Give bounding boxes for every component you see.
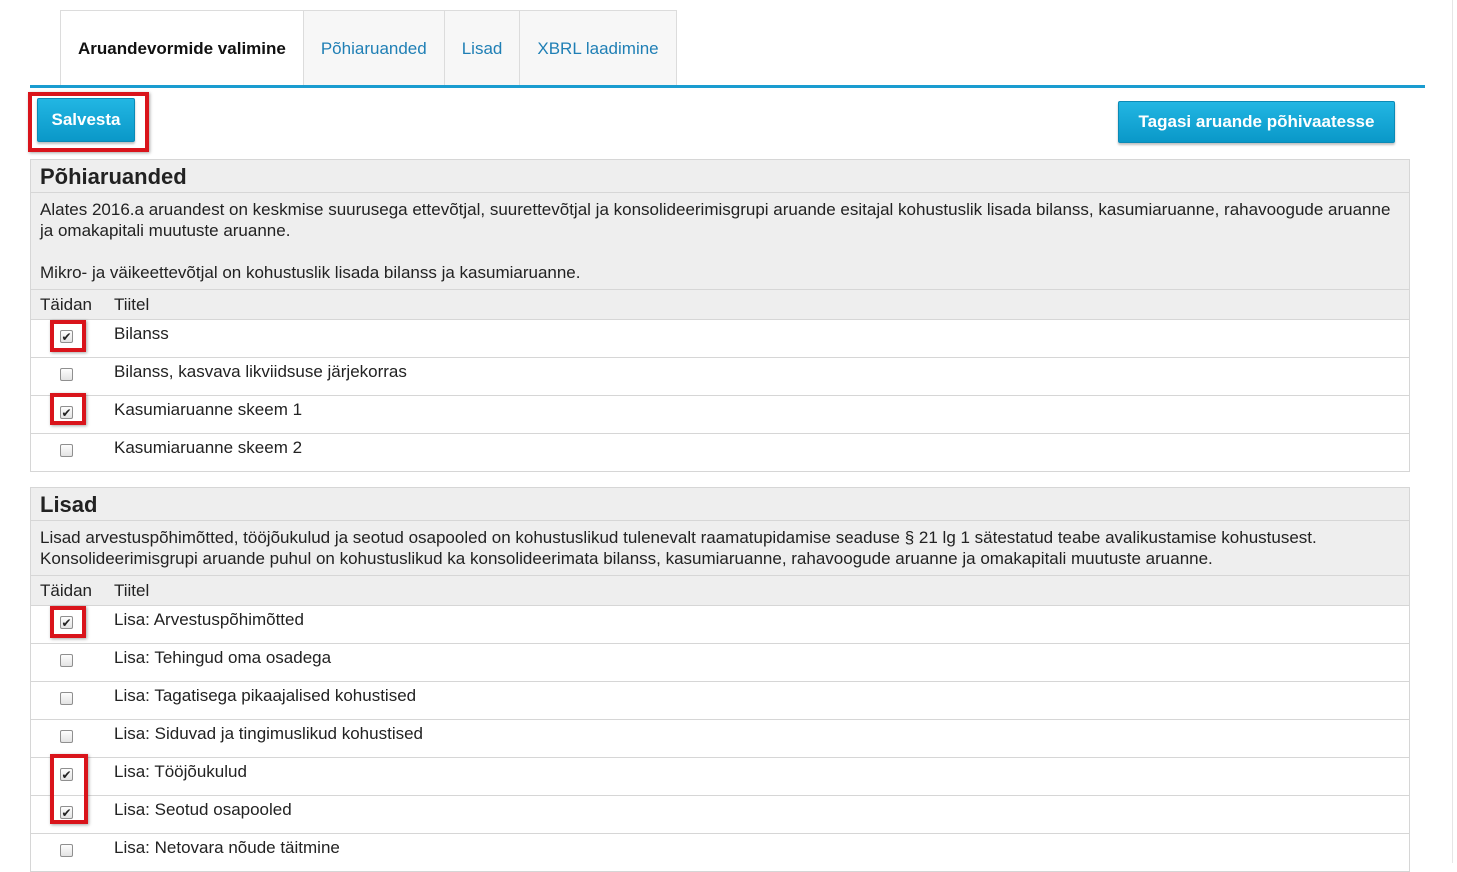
table-row: ✔ Lisa: Arvestuspõhimõtted	[31, 606, 1409, 644]
tab-annexes[interactable]: Lisad	[444, 10, 521, 86]
row-title: Kasumiaruanne skeem 2	[114, 438, 303, 457]
annex-list: ✔ Lisa: Arvestuspõhimõtted Lisa: Tehingud …	[31, 606, 1409, 871]
table-row: Bilanss, kasvava likviidsuse järjekorras	[31, 358, 1409, 396]
column-fill: Täidan	[40, 580, 92, 600]
row-title: Bilanss	[114, 324, 169, 343]
checkbox-cell	[31, 358, 114, 395]
checkbox-cell	[31, 682, 114, 719]
row-title: Lisa: Tööjõukulud	[114, 762, 247, 781]
highlight-checkbox	[50, 393, 86, 425]
page-border	[1452, 0, 1453, 863]
table-row: ✔ Lisa: Tööjõukulud	[31, 758, 1409, 796]
report-list: ✔ Bilanss Bilanss, kasvava likviidsuse jär…	[31, 320, 1409, 471]
fill-checkbox[interactable]	[60, 368, 73, 381]
fill-checkbox[interactable]	[60, 730, 73, 743]
row-title: Bilanss, kasvava likviidsuse järjekorras	[114, 362, 407, 381]
fill-checkbox[interactable]	[60, 692, 73, 705]
checkbox-cell	[31, 434, 114, 471]
description-paragraph: Mikro- ja väikeettevõtjal on kohustuslik…	[40, 263, 581, 282]
section-header: Lisad Lisad arvestuspõhimõtted, tööjõuku…	[31, 488, 1409, 576]
back-to-report-button[interactable]: Tagasi aruande põhivaatesse	[1118, 101, 1395, 143]
column-title: Tiitel	[114, 580, 150, 600]
highlight-checkbox	[50, 320, 86, 352]
table-row: ✔ Lisa: Seotud osapooled	[31, 796, 1409, 834]
tab-underline	[30, 85, 1425, 88]
tab-main-reports[interactable]: Põhiaruanded	[303, 10, 445, 86]
row-title: Lisa: Arvestuspõhimõtted	[114, 610, 304, 629]
table-row: ✔ Bilanss	[31, 320, 1409, 358]
row-title: Lisa: Netovara nõude täitmine	[114, 838, 340, 857]
row-title: Lisa: Tagatisega pikaajalised kohustised	[114, 686, 417, 705]
annexes-section: Lisad Lisad arvestuspõhimõtted, tööjõuku…	[30, 487, 1410, 872]
tab-xbrl-upload[interactable]: XBRL laadimine	[520, 10, 677, 86]
column-title: Tiitel	[114, 294, 150, 314]
section-title: Põhiaruanded	[31, 160, 1409, 193]
fill-checkbox[interactable]	[60, 844, 73, 857]
highlight-save	[28, 92, 149, 152]
checkbox-cell	[31, 720, 114, 757]
section-title: Lisad	[31, 488, 1409, 521]
column-fill: Täidan	[40, 294, 92, 314]
section-header: Põhiaruanded Alates 2016.a aruandest on …	[31, 160, 1409, 290]
table-row: Lisa: Netovara nõude täitmine	[31, 834, 1409, 871]
fill-checkbox[interactable]	[60, 444, 73, 457]
row-title: Lisa: Siduvad ja tingimuslikud kohustise…	[114, 724, 424, 743]
checkbox-cell	[31, 834, 114, 871]
highlight-checkbox	[50, 606, 86, 638]
table-row: Lisa: Tagatisega pikaajalised kohustised	[31, 682, 1409, 720]
main-reports-section: Põhiaruanded Alates 2016.a aruandest on …	[30, 159, 1410, 472]
row-title: Kasumiaruanne skeem 1	[114, 400, 303, 419]
fill-checkbox[interactable]	[60, 654, 73, 667]
row-title: Lisa: Tehingud oma osadega	[114, 648, 332, 667]
checkbox-cell	[31, 644, 114, 681]
section-description: Lisad arvestuspõhimõtted, tööjõukulud ja…	[31, 521, 1409, 576]
description-paragraph: Alates 2016.a aruandest on keskmise suur…	[40, 200, 1391, 240]
tab-report-forms[interactable]: Aruandevormide valimine	[60, 10, 304, 86]
table-header: Täidan Tiitel	[31, 290, 1409, 320]
table-row: Lisa: Siduvad ja tingimuslikud kohustise…	[31, 720, 1409, 758]
section-description: Alates 2016.a aruandest on keskmise suur…	[31, 193, 1409, 290]
tab-bar: Aruandevormide valimine Põhiaruanded Lis…	[60, 10, 677, 86]
table-header: Täidan Tiitel	[31, 576, 1409, 606]
row-title: Lisa: Seotud osapooled	[114, 800, 292, 819]
description-paragraph: Lisad arvestuspõhimõtted, tööjõukulud ja…	[40, 528, 1317, 568]
table-row: Lisa: Tehingud oma osadega	[31, 644, 1409, 682]
highlight-checkbox-group	[50, 754, 88, 824]
table-row: Kasumiaruanne skeem 2	[31, 434, 1409, 471]
table-row: ✔ Kasumiaruanne skeem 1	[31, 396, 1409, 434]
